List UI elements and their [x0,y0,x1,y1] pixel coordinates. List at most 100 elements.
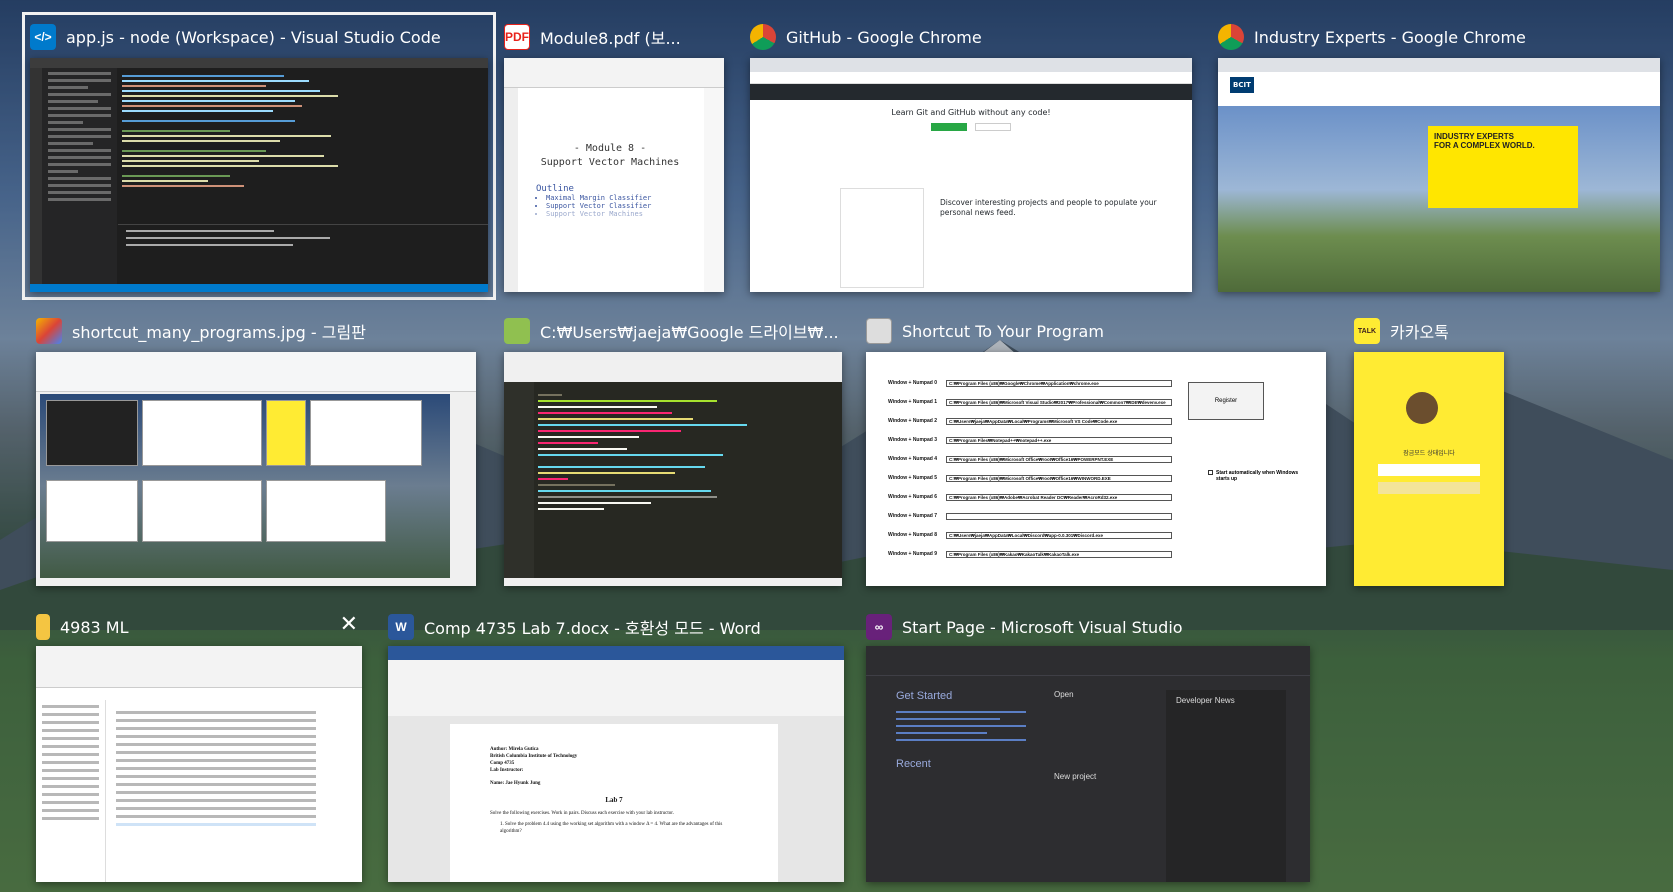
shortcut-row: Window + Numpad 3 C:₩Program Files₩Notepa… [888,435,1172,445]
shortcut-key-label: Window + Numpad 0 [888,380,937,386]
shortcut-key-label: Window + Numpad 5 [888,475,937,481]
profile-avatar [1406,392,1438,424]
shortcut-row: Window + Numpad 1 C:₩Program Files (x86)₩… [888,397,1172,407]
window-thumbnail[interactable] [30,58,488,292]
shortcut-key-label: Window + Numpad 8 [888,532,937,538]
shortcut-row: Window + Numpad 9 C:₩Program Files (x86)₩… [888,549,1172,559]
pdf-page-title: - Module 8 - [573,143,647,154]
open-heading: Open [1054,690,1074,699]
shortcut-key-label: Window + Numpad 1 [888,399,937,405]
lock-prompt: 잠금모드 상태입니다 [1403,450,1455,457]
shortcut-row: Window + Numpad 7 [888,511,1172,521]
window-chrome-github[interactable]: GitHub - Google Chrome Learn Git and Git… [750,20,1192,292]
window-title: C:₩Users₩jaeja₩Google 드라이브₩... [540,323,839,342]
window-title: Start Page - Microsoft Visual Studio [902,617,1183,637]
unlock-button[interactable] [1378,482,1480,494]
window-vscode[interactable]: </> app.js - node (Workspace) - Visual S… [22,12,496,300]
word-icon: W [388,614,414,640]
window-visual-studio[interactable]: ∞ Start Page - Microsoft Visual Studio G… [866,610,1310,882]
window-word[interactable]: W Comp 4735 Lab 7.docx - 호환성 모드 - Word A… [388,610,844,882]
window-thumbnail[interactable] [504,352,842,586]
shortcut-key-label: Window + Numpad 7 [888,513,937,519]
shortcut-path-input[interactable]: C:₩Program Files (x86)₩Microsoft Office₩… [946,474,1172,482]
window-thumbnail[interactable]: Author: Mirela Gutica British Columbia I… [388,646,844,882]
window-title: Industry Experts - Google Chrome [1254,27,1526,47]
kakaotalk-icon: TALK [1354,318,1380,344]
shortcut-key-label: Window + Numpad 9 [888,551,937,557]
notepadpp-icon [504,318,530,344]
window-notepadpp[interactable]: C:₩Users₩jaeja₩Google 드라이브₩... [504,314,842,586]
shortcut-row: Window + Numpad 2 C:₩Users₩jaeja₩AppData₩… [888,416,1172,426]
window-kakaotalk[interactable]: TALK 카카오톡 잠금모드 상태입니다 [1354,314,1504,586]
pdf-page-subtitle: Support Vector Machines [540,157,680,168]
pdf-outline-item: Maximal Margin Classifier [546,194,698,202]
recent-heading: Recent [896,758,931,770]
pdf-outline-item: Support Vector Machines [546,210,698,218]
window-thumbnail[interactable]: 잠금모드 상태입니다 [1354,352,1504,586]
window-thumbnail[interactable]: BCIT INDUSTRY EXPERTS FOR A COMPLEX WORL… [1218,58,1660,292]
window-title-bar: C:₩Users₩jaeja₩Google 드라이브₩... [504,314,842,348]
window-title-bar: shortcut_many_programs.jpg - 그림판 [36,314,476,348]
chrome-icon [1218,24,1244,50]
startup-checkbox[interactable]: Start automatically when Windows starts … [1208,470,1304,482]
window-thumbnail[interactable] [36,646,362,882]
visualstudio-icon: ∞ [866,614,892,640]
window-chrome-bcit[interactable]: Industry Experts - Google Chrome BCIT IN… [1218,20,1660,292]
pdf-outline-heading: Outline [536,184,574,194]
window-title-bar: PDF Module8.pdf (보... [504,20,724,54]
shortcut-key-label: Window + Numpad 4 [888,456,937,462]
window-title: app.js - node (Workspace) - Visual Studi… [66,27,441,47]
shortcut-path-input[interactable]: C:₩Program Files (x86)₩Google₩Chrome₩App… [946,379,1172,387]
shortcut-path-input[interactable]: C:₩Program Files (x86)₩Kakao₩KakaoTalk₩K… [946,550,1172,558]
new-project-heading: New project [1054,772,1097,781]
close-window-button[interactable]: ✕ [340,612,358,637]
window-thumbnail[interactable]: Learn Git and GitHub without any code! D… [750,58,1192,292]
shortcut-key-label: Window + Numpad 6 [888,494,937,500]
headline-box: INDUSTRY EXPERTS FOR A COMPLEX WORLD. [1428,126,1578,208]
window-title: Shortcut To Your Program [902,321,1104,341]
startup-label: Start automatically when Windows starts … [1216,470,1299,482]
window-thumbnail[interactable] [36,352,476,586]
register-button[interactable]: Register [1188,382,1264,420]
window-title-bar: W Comp 4735 Lab 7.docx - 호환성 모드 - Word [388,610,844,644]
shortcut-row: Window + Numpad 0 C:₩Program Files (x86)₩… [888,378,1172,388]
window-thumbnail[interactable]: Get Started Recent Open New project Deve… [866,646,1310,882]
github-discover-text: Discover interesting projects and people… [940,198,1157,217]
chrome-icon [750,24,776,50]
shortcut-row: Window + Numpad 5 C:₩Program Files (x86)₩… [888,473,1172,483]
read-guide-button[interactable] [931,123,967,131]
window-thumbnail[interactable]: - Module 8 - Support Vector Machines Outl… [504,58,724,292]
window-title: Comp 4735 Lab 7.docx - 호환성 모드 - Word [424,619,761,638]
password-input[interactable] [1378,464,1480,476]
shortcut-path-input[interactable]: C:₩Users₩jaeja₩AppData₩Local₩Discord₩app… [946,531,1172,539]
shortcut-path-input[interactable]: C:₩Program Files (x86)₩Adobe₩Acrobat Rea… [946,493,1172,501]
window-title: Module8.pdf (보... [540,29,681,48]
shortcut-path-input[interactable]: C:₩Users₩jaeja₩AppData₩Local₩Programs₩Mi… [946,417,1172,425]
window-pdf-reader[interactable]: PDF Module8.pdf (보... - Module 8 - Suppor… [504,20,724,292]
start-project-button[interactable] [975,123,1011,131]
window-title-bar: </> app.js - node (Workspace) - Visual S… [30,20,488,54]
shortcut-path-input[interactable]: C:₩Program Files₩Notepad++₩notepad++.exe [946,436,1172,444]
app-window-icon [866,318,892,344]
window-title-bar: Industry Experts - Google Chrome [1218,20,1660,54]
github-hero-title: Learn Git and GitHub without any code! [891,108,1051,117]
get-started-heading: Get Started [896,690,953,702]
window-thumbnail[interactable]: Window + Numpad 0 C:₩Program Files (x86)₩… [866,352,1326,586]
bcit-logo: BCIT [1230,77,1254,93]
shortcut-row: Window + Numpad 6 C:₩Program Files (x86)₩… [888,492,1172,502]
shortcut-path-input[interactable]: C:₩Program Files (x86)₩Microsoft Office₩… [946,455,1172,463]
shortcut-path-input[interactable] [946,512,1172,520]
window-title: GitHub - Google Chrome [786,27,982,47]
window-title-bar: GitHub - Google Chrome [750,20,1192,54]
shortcut-path-input[interactable]: C:₩Program Files (x86)₩Microsoft Visual … [946,398,1172,406]
folder-icon [36,614,50,640]
window-shortcut-program[interactable]: Shortcut To Your Program Window + Numpad… [866,314,1326,586]
shortcut-row: Window + Numpad 4 C:₩Program Files (x86)₩… [888,454,1172,464]
checkbox-box[interactable] [1208,470,1213,475]
window-paint[interactable]: shortcut_many_programs.jpg - 그림판 [36,314,476,586]
window-title: shortcut_many_programs.jpg - 그림판 [72,323,366,342]
developer-news-heading: Developer News [1176,696,1235,705]
vscode-icon: </> [30,24,56,50]
shortcut-key-label: Window + Numpad 3 [888,437,937,443]
window-explorer[interactable]: 4983 ML ✕ [36,610,362,882]
